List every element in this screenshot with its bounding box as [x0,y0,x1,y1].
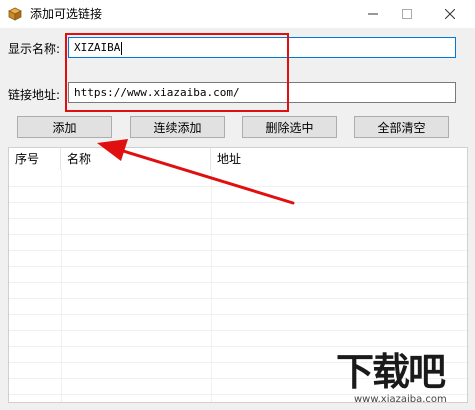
column-header-name[interactable]: 名称 [61,148,211,170]
add-button[interactable]: 添加 [17,116,112,138]
maximize-button[interactable] [390,0,424,28]
grid-row-line [9,282,467,283]
app-window: 添加可选链接 显示名称: XIZAIBA 链接地址: https://www.x… [0,0,475,410]
grid-row-line [9,266,467,267]
title-bar: 添加可选链接 [0,0,475,28]
name-label: 显示名称: [8,42,61,56]
grid-row-line [9,250,467,251]
watermark-url: www.xiazaiba.com [354,394,447,405]
package-icon [7,6,23,22]
minimize-icon [368,13,378,15]
grid-row-line [9,186,467,187]
minimize-button[interactable] [356,0,390,28]
maximize-icon [402,9,412,19]
grid-row-line [9,314,467,315]
add-continuous-button[interactable]: 连续添加 [130,116,225,138]
watermark-logo: 下载吧 [336,350,446,394]
grid-row-line [9,346,467,347]
window-title: 添加可选链接 [30,7,103,21]
grid-row-line [9,218,467,219]
delete-selected-button[interactable]: 删除选中 [242,116,337,138]
column-header-index[interactable]: 序号 [9,148,61,170]
annotation-highlight-box [65,33,289,112]
close-icon [445,9,455,19]
column-header-url[interactable]: 地址 [211,148,467,170]
grid-row-line [9,330,467,331]
url-label: 链接地址: [8,88,61,102]
clear-all-button[interactable]: 全部清空 [354,116,449,138]
grid-row-line [9,202,467,203]
grid-divider [61,170,62,402]
close-button[interactable] [433,0,467,28]
grid-row-line [9,298,467,299]
grid-row-line [9,234,467,235]
watermark: 下载吧 www.xiazaiba.com [336,350,474,408]
grid-divider [211,170,212,402]
list-header: 序号 名称 地址 [9,148,467,170]
